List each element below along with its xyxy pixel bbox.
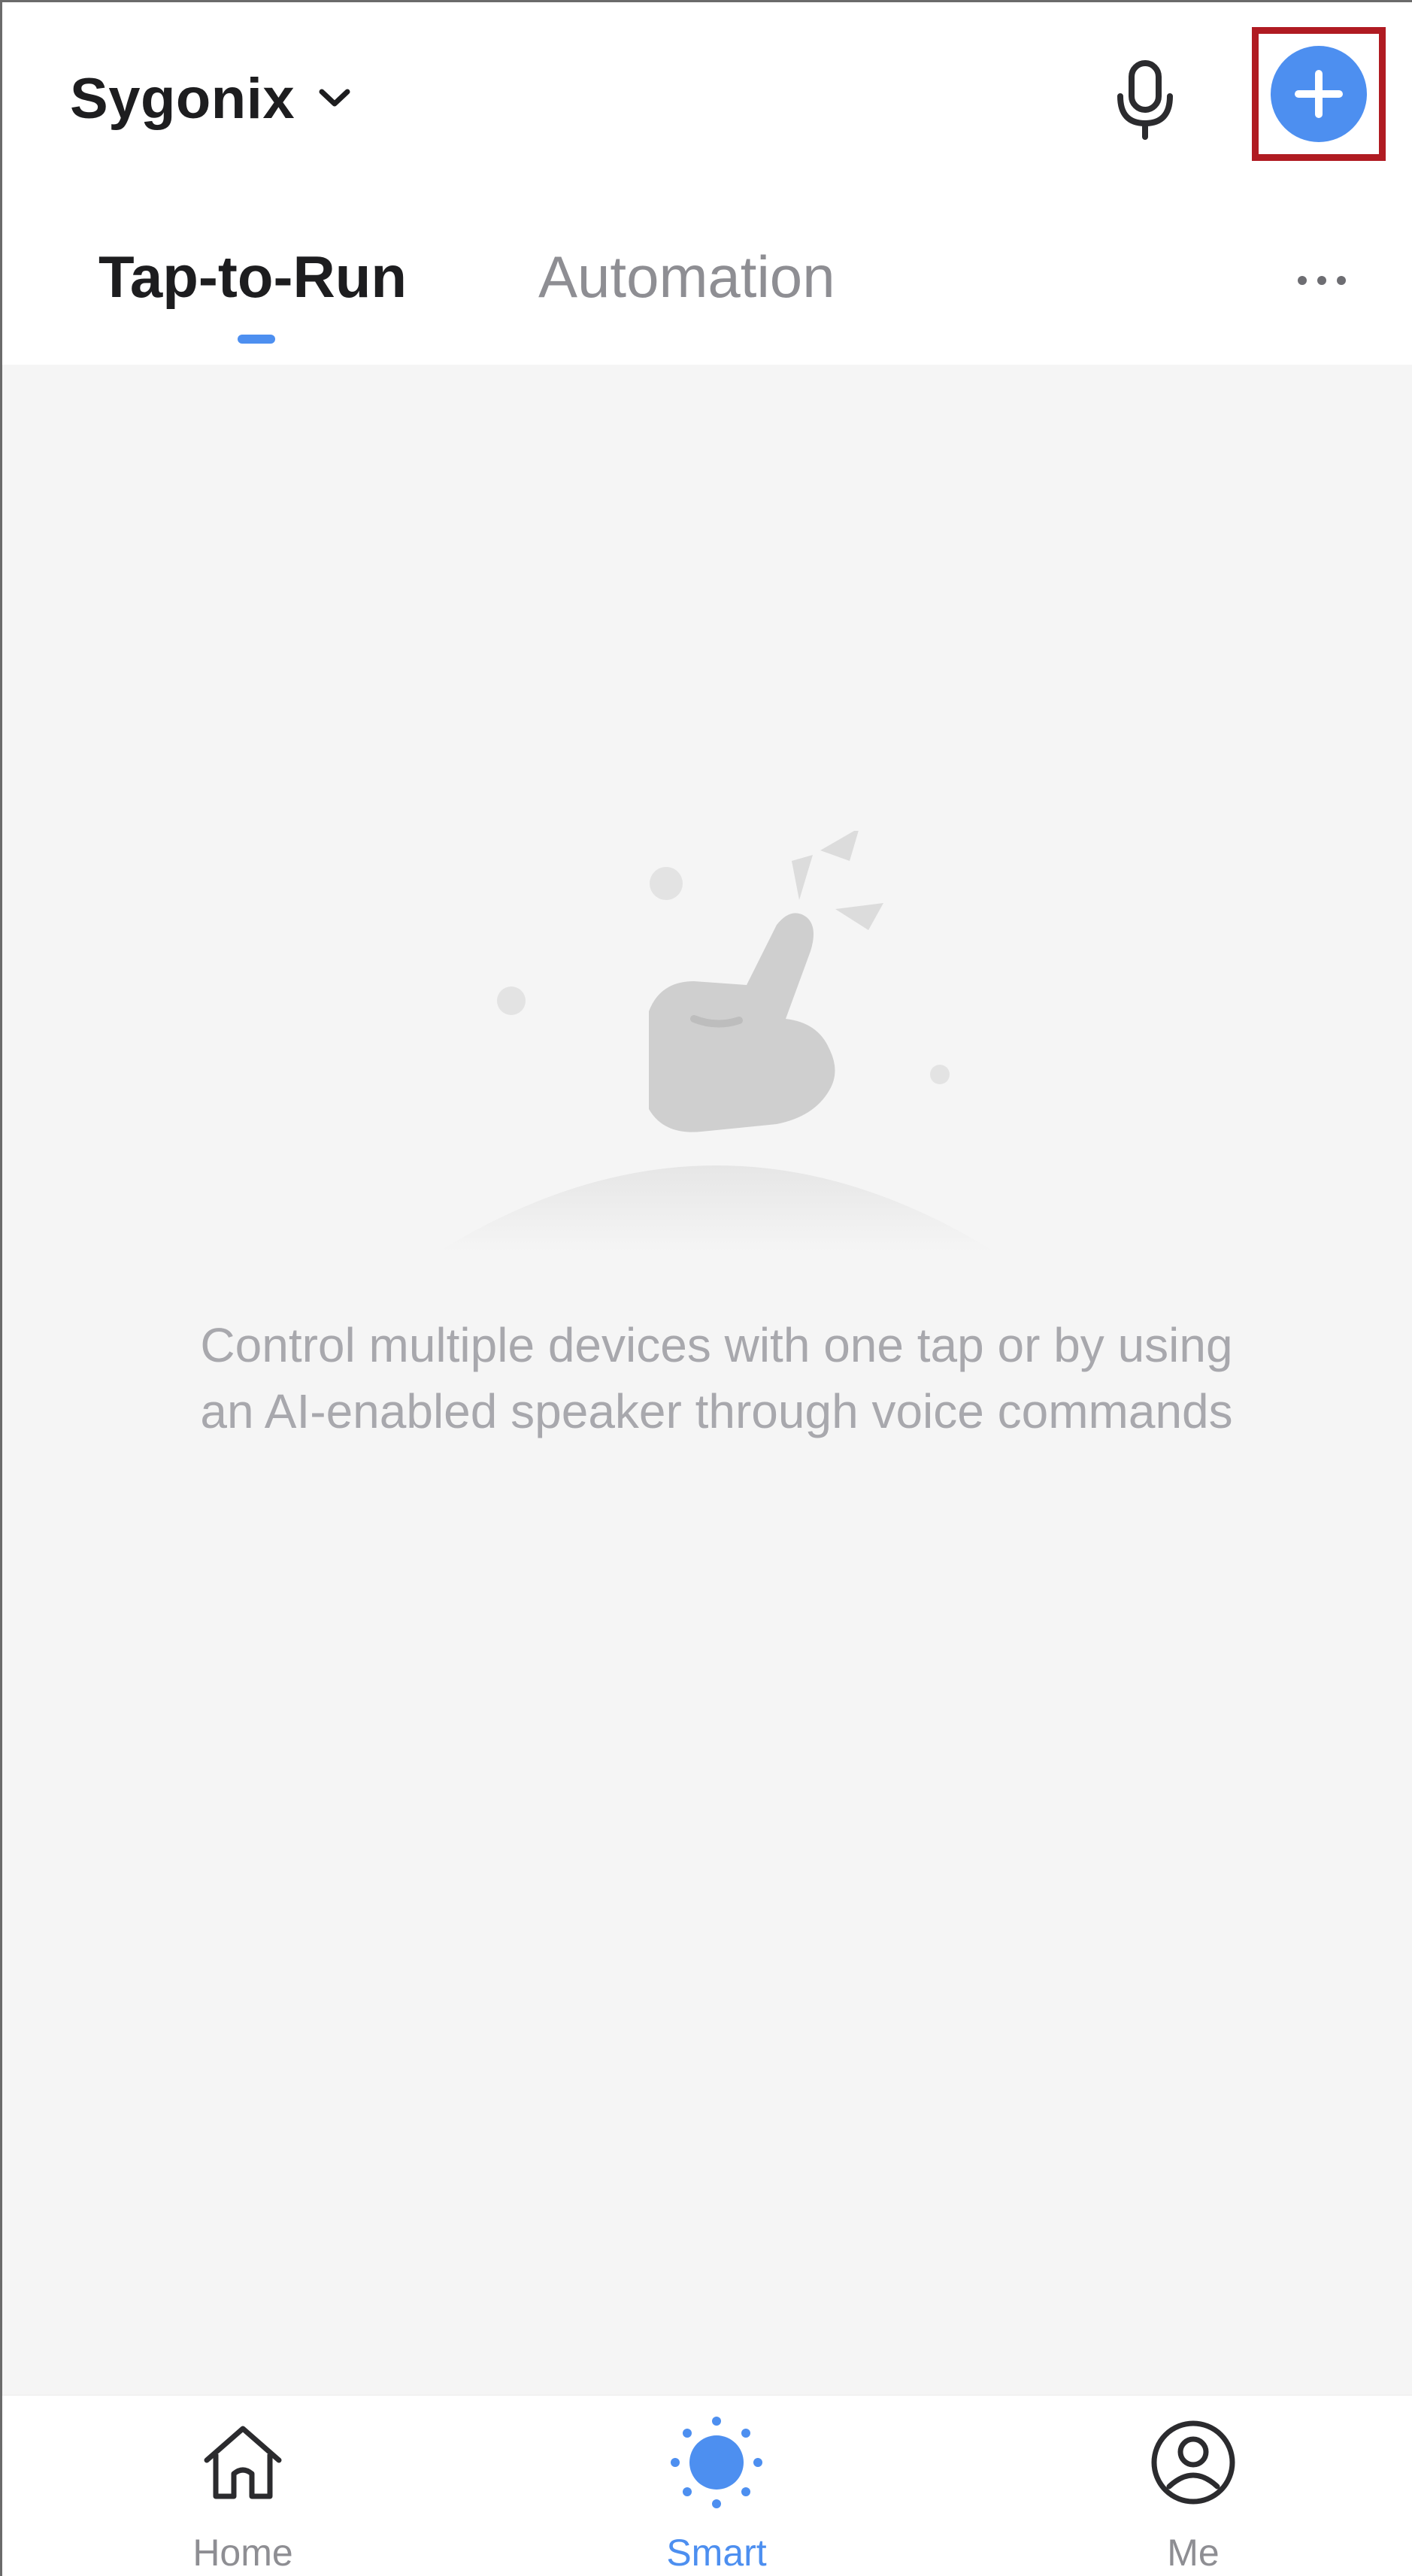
nav-smart[interactable]: Smart bbox=[626, 2414, 807, 2576]
home-name: Sygonix bbox=[70, 66, 295, 131]
empty-state-line-1: Control multiple devices with one tap or… bbox=[200, 1318, 1233, 1372]
plus-circle-icon bbox=[1295, 70, 1343, 118]
app-screen: Sygonix Tap-to-Run Automation Control mu… bbox=[0, 0, 1412, 2576]
microphone-icon bbox=[1117, 60, 1173, 140]
empty-state-line-2: an AI-enabled speaker through voice comm… bbox=[200, 1384, 1233, 1438]
voice-button[interactable] bbox=[1104, 55, 1186, 145]
nav-me[interactable]: Me bbox=[1103, 2414, 1283, 2576]
nav-me-label: Me bbox=[1167, 2532, 1220, 2574]
tab-automation[interactable]: Automation bbox=[538, 243, 835, 311]
more-button[interactable] bbox=[1280, 250, 1363, 311]
empty-state-message: Control multiple devices with one tap or… bbox=[77, 1312, 1356, 1444]
scene-list-empty: Control multiple devices with one tap or… bbox=[2, 365, 1412, 2395]
chevron-down-icon bbox=[319, 89, 350, 107]
nav-home[interactable]: Home bbox=[153, 2414, 333, 2576]
more-horizontal-icon bbox=[1292, 276, 1351, 285]
add-scene-button[interactable] bbox=[1271, 46, 1367, 142]
nav-home-label: Home bbox=[192, 2532, 293, 2574]
sun-icon bbox=[671, 2417, 762, 2508]
bottom-nav: Home Smart Me bbox=[2, 2395, 1412, 2576]
tab-tap-to-run[interactable]: Tap-to-Run bbox=[98, 243, 407, 311]
tap-hand-illustration bbox=[438, 831, 995, 1252]
active-tab-indicator bbox=[238, 335, 275, 344]
home-icon bbox=[204, 2426, 282, 2499]
scene-tabs: Tap-to-Run Automation bbox=[2, 220, 1412, 363]
user-circle-icon bbox=[1151, 2420, 1235, 2505]
home-switcher[interactable]: Sygonix bbox=[70, 61, 352, 136]
top-bar: Sygonix bbox=[2, 2, 1412, 190]
nav-smart-label: Smart bbox=[666, 2532, 767, 2574]
